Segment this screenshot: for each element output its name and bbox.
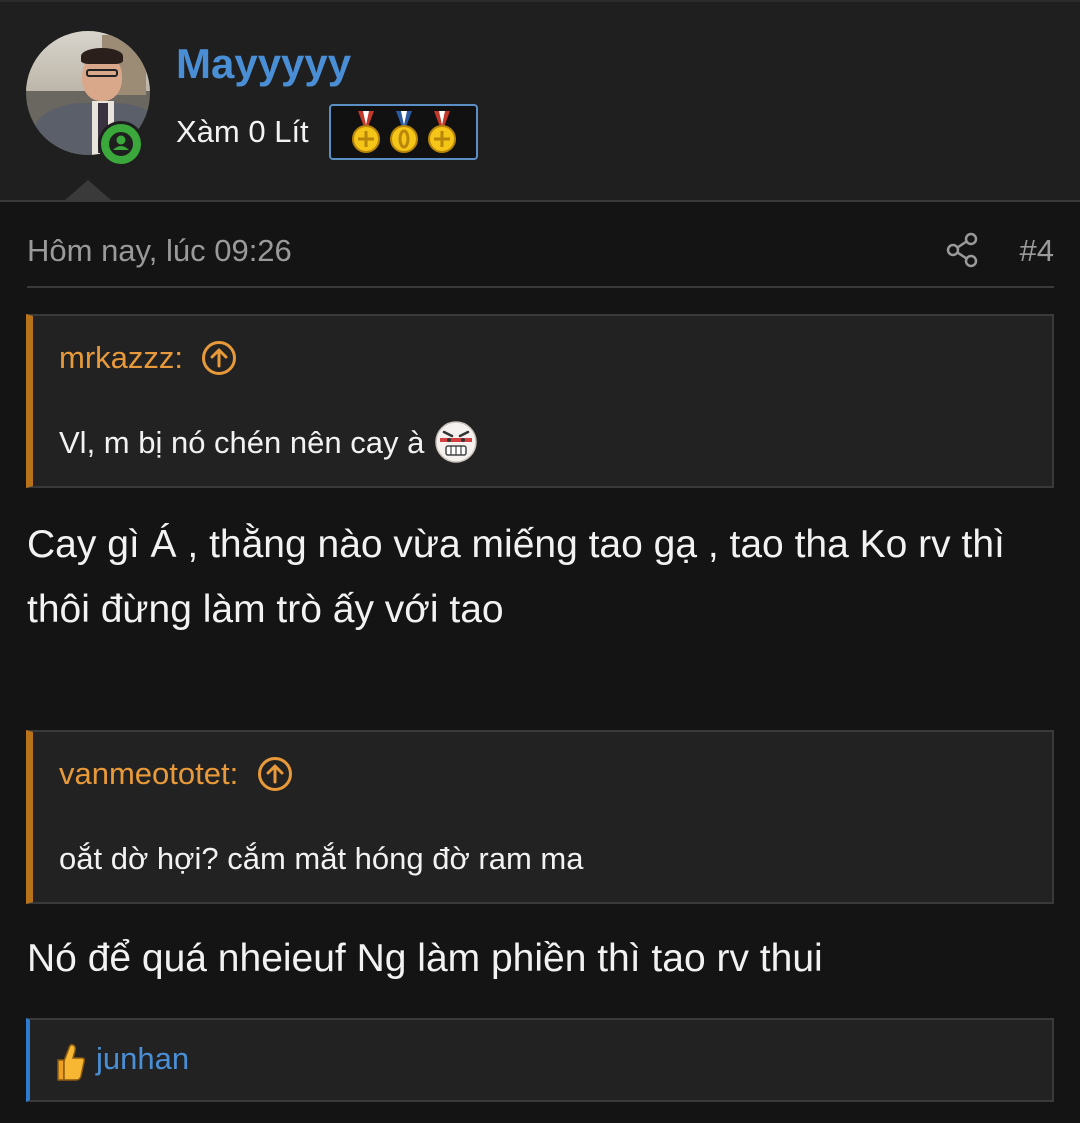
share-icon[interactable] (944, 232, 980, 268)
go-to-quoted-post-icon[interactable] (257, 756, 293, 792)
user-title: Xàm 0 Lít (176, 114, 309, 149)
medal-badges[interactable] (329, 104, 478, 160)
quote-block: vanmeototet: oắt dờ hợi? cắm mắt hóng đờ… (26, 730, 1054, 904)
medal-icon (352, 111, 380, 153)
angry-face-emoji-icon (435, 421, 478, 463)
quote-block: mrkazzz: Vl, m bị nó chén nên cay à (26, 314, 1054, 488)
online-status-icon (98, 121, 144, 167)
quote-author-link[interactable]: vanmeototet: (59, 754, 238, 794)
quote-text: oắt dờ hợi? cắm mắt hóng đờ ram ma (59, 841, 584, 876)
post-body-text: Nó để quá nheieuf Ng làm phiền thì tao r… (27, 937, 823, 980)
username-link[interactable]: Mayyyyy (176, 38, 351, 90)
post-author-header: Mayyyyy Xàm 0 Lít (0, 0, 1080, 200)
go-to-quoted-post-icon[interactable] (201, 340, 237, 376)
post-date[interactable]: Hôm nay, lúc 09:26 (27, 231, 292, 271)
reactions-bar[interactable]: junhan (26, 1018, 1054, 1102)
medal-icon (390, 111, 418, 153)
post-number-link[interactable]: #4 (1000, 231, 1054, 271)
quote-text-content: Vl, m bị nó chén nên cay à (59, 425, 425, 461)
medal-icon (428, 111, 456, 153)
quote-text: Vl, m bị nó chén nên cay à (59, 421, 478, 467)
reaction-user-link[interactable]: junhan (96, 1039, 189, 1079)
post-body-text: Cay gì Á , thằng nào vừa miếng tao gạ , … (27, 523, 1005, 631)
thumbs-up-icon (57, 1044, 85, 1081)
meta-divider (27, 286, 1054, 288)
quote-author-link[interactable]: mrkazzz: (59, 338, 183, 378)
header-divider (0, 200, 1080, 202)
header-pointer (64, 180, 112, 201)
